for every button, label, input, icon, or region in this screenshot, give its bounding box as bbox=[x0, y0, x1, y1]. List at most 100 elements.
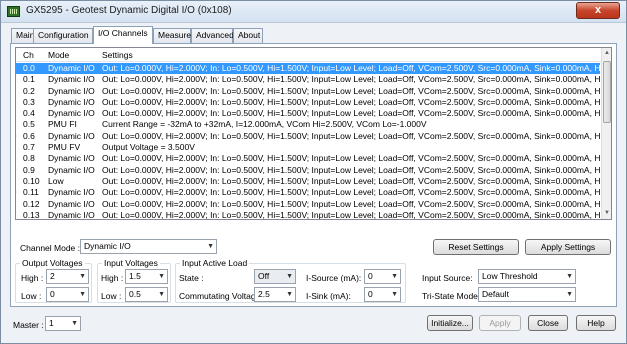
mode-cell: Dynamic I/O bbox=[48, 209, 95, 220]
channel-cell: 0.8 bbox=[23, 153, 35, 164]
column-header-mode[interactable]: Mode bbox=[48, 50, 69, 60]
chevron-down-icon: ▼ bbox=[566, 273, 573, 280]
tristate-mode-value: Default bbox=[482, 289, 509, 299]
apply-settings-button[interactable]: Apply Settings bbox=[525, 239, 611, 255]
mode-cell: PMU FI bbox=[48, 119, 77, 130]
table-row[interactable]: 0.6 Dynamic I/O Out: Lo=0.000V, Hi=2.000V;… bbox=[16, 131, 611, 142]
channel-cell: 0.10 bbox=[23, 175, 40, 186]
input-low-select[interactable]: 0.5 ▼ bbox=[125, 287, 168, 302]
vertical-scrollbar[interactable]: ▲ ▼ bbox=[601, 48, 611, 219]
commutating-voltage-select[interactable]: 2.5 ▼ bbox=[254, 287, 296, 302]
tab-advanced[interactable]: Advanced bbox=[191, 28, 234, 43]
load-state-value: Off bbox=[258, 271, 270, 281]
table-row[interactable]: 0.5 PMU FI Current Range = -32mA to +32mA,… bbox=[16, 119, 600, 130]
scroll-down-icon[interactable]: ▼ bbox=[602, 208, 611, 219]
list-header: Ch Mode Settings bbox=[16, 48, 611, 62]
apply-button[interactable]: Apply bbox=[479, 315, 521, 331]
mode-cell: PMU FV bbox=[48, 142, 81, 153]
settings-cell: Out: Lo=0.000V, Hi=2.000V; In: Lo=0.500V… bbox=[102, 198, 612, 209]
input-voltages-title: Input Voltages bbox=[102, 258, 160, 268]
chevron-down-icon: ▼ bbox=[158, 273, 165, 280]
master-select[interactable]: 1 ▼ bbox=[45, 316, 81, 331]
tristate-mode-label: Tri-State Mode : bbox=[422, 291, 483, 301]
table-row[interactable]: 0.1 Dynamic I/O Out: Lo=0.000V, Hi=2.000V;… bbox=[16, 74, 611, 85]
column-header-settings[interactable]: Settings bbox=[102, 50, 133, 60]
tab-configuration[interactable]: Configuration bbox=[33, 28, 93, 43]
table-row[interactable]: 0.4 Dynamic I/O Out: Lo=0.000V, Hi=2.000V;… bbox=[16, 108, 611, 119]
column-header-ch[interactable]: Ch bbox=[23, 50, 34, 60]
chevron-down-icon: ▼ bbox=[566, 291, 573, 298]
input-high-select[interactable]: 1.5 ▼ bbox=[125, 269, 168, 284]
mode-cell: Dynamic I/O bbox=[48, 96, 95, 107]
scroll-up-icon[interactable]: ▲ bbox=[602, 48, 611, 59]
isource-label: I-Source (mA): bbox=[306, 273, 362, 283]
input-high-value: 1.5 bbox=[129, 271, 141, 281]
chevron-down-icon: ▼ bbox=[286, 291, 293, 298]
load-state-label: State : bbox=[179, 273, 204, 283]
mode-cell: Dynamic I/O bbox=[48, 74, 95, 85]
channel-mode-select[interactable]: Dynamic I/O ▼ bbox=[80, 239, 217, 254]
settings-cell: Out: Lo=0.000V, Hi=2.000V; In: Lo=0.500V… bbox=[102, 164, 612, 175]
load-state-select[interactable]: Off ▼ bbox=[254, 269, 296, 284]
input-source-select[interactable]: Low Threshold ▼ bbox=[478, 269, 576, 284]
tab-measure[interactable]: Measure bbox=[153, 28, 191, 43]
tab-main[interactable]: Main bbox=[11, 28, 34, 43]
table-row[interactable]: 0.2 Dynamic I/O Out: Lo=0.000V, Hi=2.000V;… bbox=[16, 85, 611, 97]
output-high-select[interactable]: 2 ▼ bbox=[46, 269, 89, 284]
table-row[interactable]: 0.12 Dynamic I/O Out: Lo=0.000V, Hi=2.000V… bbox=[16, 198, 611, 210]
help-button[interactable]: Help bbox=[576, 315, 616, 331]
table-row[interactable]: 0.13 Dynamic I/O Out: Lo=0.000V, Hi=2.000V… bbox=[16, 209, 611, 220]
mode-cell: Dynamic I/O bbox=[48, 85, 95, 96]
master-value: 1 bbox=[49, 318, 54, 328]
output-low-label: Low : bbox=[21, 291, 42, 301]
chevron-down-icon: ▼ bbox=[158, 291, 165, 298]
settings-cell: Out: Lo=0.000V, Hi=2.000V; In: Lo=0.500V… bbox=[102, 187, 612, 198]
settings-cell: Out: Lo=0.000V, Hi=2.000V; In: Lo=0.500V… bbox=[102, 153, 612, 164]
tab-about[interactable]: About bbox=[233, 28, 263, 43]
settings-cell: Out: Lo=0.000V, Hi=2.000V; In: Lo=0.500V… bbox=[102, 175, 612, 186]
settings-cell: Out: Lo=0.000V, Hi=2.000V; In: Lo=0.500V… bbox=[102, 108, 612, 119]
channel-cell: 0.13 bbox=[23, 209, 40, 220]
table-row[interactable]: 0.8 Dynamic I/O Out: Lo=0.000V, Hi=2.000V;… bbox=[16, 153, 611, 164]
list-rows: 0.0 Dynamic I/O Out: Lo=0.000V, Hi=2.000V;… bbox=[16, 63, 611, 220]
close-window-button[interactable]: x bbox=[576, 2, 620, 19]
channel-cell: 0.7 bbox=[23, 142, 35, 153]
table-row[interactable]: 0.3 Dynamic I/O Out: Lo=0.000V, Hi=2.000V;… bbox=[16, 96, 611, 108]
chevron-down-icon: ▼ bbox=[79, 291, 86, 298]
table-row[interactable]: 0.0 Dynamic I/O Out: Lo=0.000V, Hi=2.000V;… bbox=[16, 63, 611, 75]
input-source-label: Input Source: bbox=[422, 273, 473, 283]
input-low-label: Low : bbox=[101, 291, 122, 301]
channel-list[interactable]: Ch Mode Settings 0.0 Dynamic I/O Out: Lo=0… bbox=[15, 47, 612, 220]
isink-label: I-Sink (mA): bbox=[306, 291, 351, 301]
chevron-down-icon: ▼ bbox=[79, 273, 86, 280]
isource-select[interactable]: 0 ▼ bbox=[364, 269, 401, 284]
channel-cell: 0.9 bbox=[23, 164, 35, 175]
tab-io-channels[interactable]: I/O Channels bbox=[93, 26, 153, 44]
channel-mode-label: Channel Mode : bbox=[20, 243, 81, 253]
master-label: Master : bbox=[13, 320, 44, 330]
tristate-mode-select[interactable]: Default ▼ bbox=[478, 287, 576, 302]
channel-mode-value: Dynamic I/O bbox=[84, 241, 131, 251]
initialize-button[interactable]: Initialize... bbox=[427, 315, 473, 331]
close-button[interactable]: Close bbox=[528, 315, 568, 331]
mode-cell: Dynamic I/O bbox=[48, 198, 95, 209]
scrollbar-thumb[interactable] bbox=[603, 61, 611, 123]
input-active-load-title: Input Active Load bbox=[180, 258, 250, 268]
reset-settings-button[interactable]: Reset Settings bbox=[433, 239, 519, 255]
mode-cell: Dynamic I/O bbox=[48, 63, 95, 73]
mode-cell: Dynamic I/O bbox=[48, 164, 95, 175]
isink-select[interactable]: 0 ▼ bbox=[364, 287, 401, 302]
output-high-label: High : bbox=[21, 273, 44, 283]
table-row[interactable]: 0.7 PMU FV Output Voltage = 3.500V bbox=[16, 142, 600, 153]
title-bar: GX5295 - Geotest Dynamic Digital I/O (0x… bbox=[1, 1, 626, 23]
app-window: GX5295 - Geotest Dynamic Digital I/O (0x… bbox=[0, 0, 627, 344]
table-row[interactable]: 0.10 Low Out: Lo=0.000V, Hi=2.000V; In: Lo… bbox=[16, 175, 611, 187]
settings-cell: Output Voltage = 3.500V bbox=[102, 142, 195, 153]
output-low-select[interactable]: 0 ▼ bbox=[46, 287, 89, 302]
chevron-down-icon: ▼ bbox=[391, 273, 398, 280]
table-row[interactable]: 0.9 Dynamic I/O Out: Lo=0.000V, Hi=2.000V;… bbox=[16, 164, 611, 176]
channel-cell: 0.12 bbox=[23, 198, 40, 209]
table-row[interactable]: 0.11 Dynamic I/O Out: Lo=0.000V, Hi=2.000V… bbox=[16, 187, 611, 198]
mode-cell: Dynamic I/O bbox=[48, 153, 95, 164]
channel-cell: 0.4 bbox=[23, 108, 35, 119]
